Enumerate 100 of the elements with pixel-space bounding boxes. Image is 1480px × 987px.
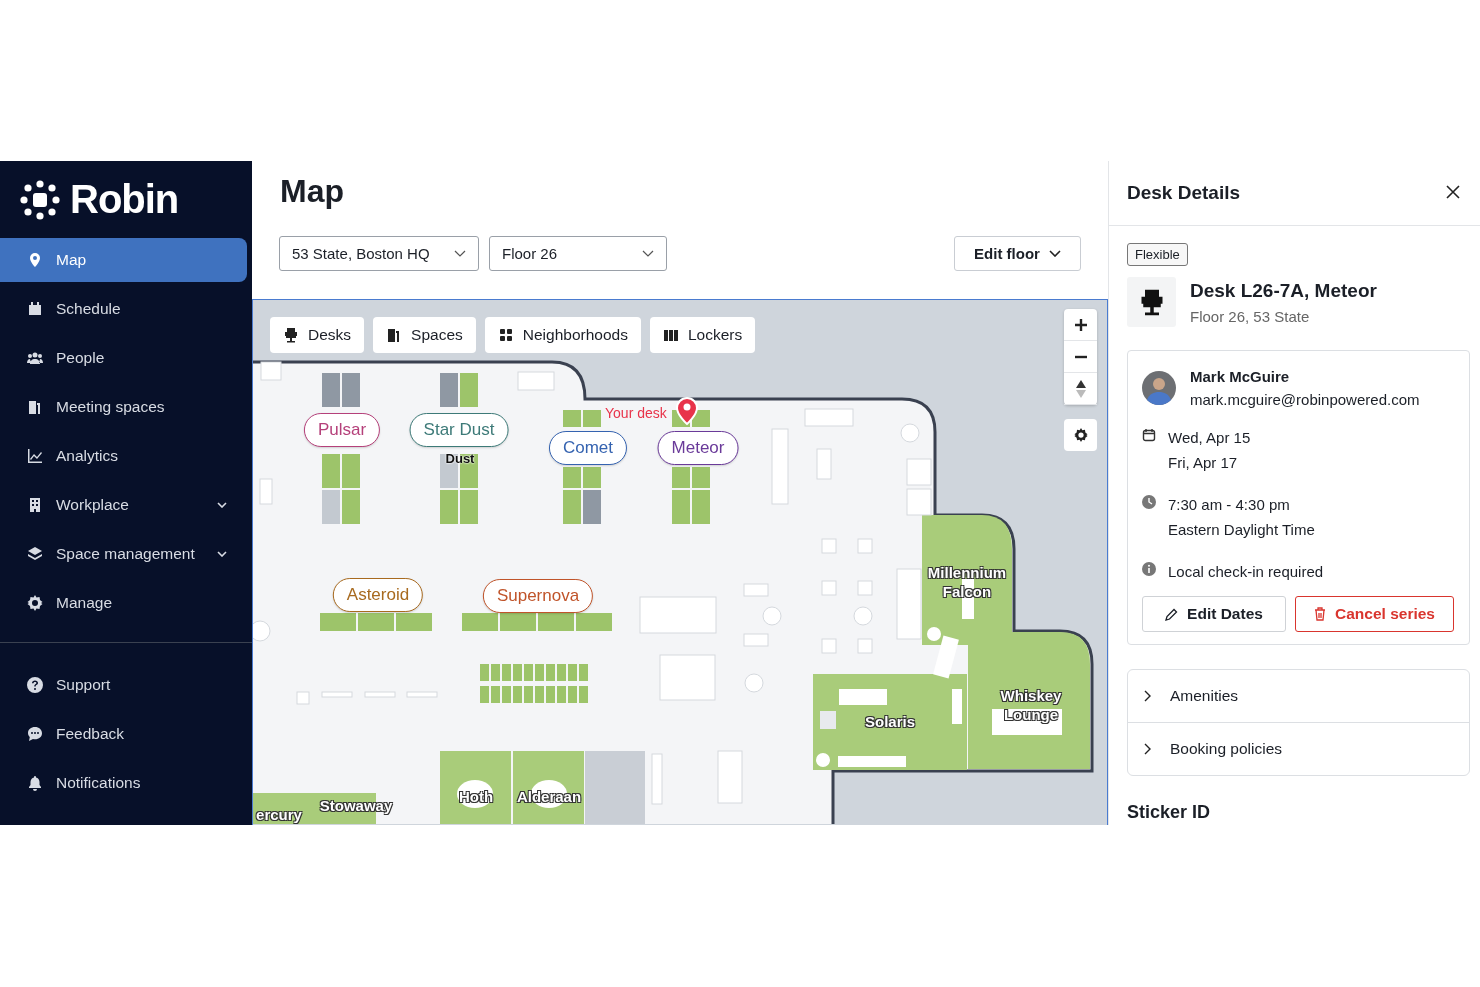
gear-icon <box>27 595 43 611</box>
nav-item[interactable]: Workplace <box>0 483 247 527</box>
neighborhood-label[interactable]: Supernova <box>482 579 594 613</box>
chat-icon <box>27 726 43 742</box>
pencil-icon <box>1165 607 1179 621</box>
neighborhood-label[interactable]: Asteroid <box>332 578 424 612</box>
nav-item[interactable]: People <box>0 336 247 380</box>
filter-button[interactable]: Neighborhoods <box>484 317 641 353</box>
calendar-icon <box>27 301 43 317</box>
table <box>821 580 837 596</box>
table <box>952 689 962 724</box>
chevron-down-icon <box>1048 250 1061 257</box>
table <box>517 371 555 391</box>
map-settings-button[interactable] <box>1064 419 1097 451</box>
layers-icon <box>27 546 43 562</box>
table <box>838 756 906 767</box>
filter-button[interactable]: Spaces <box>373 317 476 353</box>
clock-icon <box>1142 495 1156 509</box>
location-pin-icon[interactable] <box>676 397 698 427</box>
desk-type-tag: Flexible <box>1127 243 1188 266</box>
close-icon <box>1446 184 1460 199</box>
room-label[interactable]: Whiskey Lounge <box>986 686 1076 724</box>
nav-item[interactable]: Space management <box>0 532 247 576</box>
table <box>296 691 310 705</box>
round-table <box>762 606 782 626</box>
chevron-down-icon <box>642 250 654 257</box>
compass-icon <box>1075 379 1086 398</box>
table <box>651 753 663 805</box>
info-icon <box>1142 562 1156 576</box>
neighborhood-label[interactable]: Star Dust <box>409 413 509 447</box>
section-heading: Sticker ID <box>1127 802 1211 823</box>
nav-item[interactable]: Support <box>0 663 247 707</box>
round-table <box>900 423 920 443</box>
round-table <box>927 627 941 641</box>
nav-item[interactable]: Notifications <box>0 761 247 805</box>
edit-dates-button[interactable]: Edit Dates <box>1142 596 1286 632</box>
nav-item[interactable]: Meeting spaces <box>0 385 247 429</box>
chevron-icon <box>1144 743 1152 755</box>
nav-item[interactable]: Map <box>0 238 247 282</box>
filter-button[interactable]: Lockers <box>649 317 756 353</box>
booking-time: 7:30 am - 4:30 pm <box>1168 495 1291 515</box>
table <box>821 538 837 554</box>
table <box>857 638 873 654</box>
settings-icon <box>1073 428 1088 442</box>
chevron-down-icon <box>454 250 466 257</box>
nav-item[interactable]: Schedule <box>0 287 247 331</box>
trash-icon <box>1314 607 1326 621</box>
avatar <box>1142 371 1176 405</box>
calendar-icon <box>1142 428 1156 442</box>
table <box>816 448 832 480</box>
location-dropdown[interactable]: 53 State, Boston HQ <box>279 236 479 271</box>
pin-icon <box>27 252 43 268</box>
booking-date: Wed, Apr 15 <box>1168 428 1251 448</box>
table <box>321 691 353 698</box>
table <box>820 711 836 729</box>
panel-title: Desk Details <box>1127 182 1240 204</box>
table <box>659 654 716 701</box>
table <box>804 408 854 427</box>
table <box>364 691 396 698</box>
building-icon <box>27 497 43 513</box>
cancel-series-button[interactable]: Cancel series <box>1295 596 1454 632</box>
table <box>839 689 887 705</box>
page-title: Map <box>279 172 345 211</box>
accordion-row[interactable]: Amenities <box>1128 670 1469 722</box>
bell-icon <box>27 775 43 791</box>
desk-location: Floor 26, 53 State <box>1190 307 1311 325</box>
table <box>906 458 932 486</box>
table <box>896 568 922 640</box>
person-name: Mark McGuire <box>1190 368 1291 385</box>
help-icon <box>27 677 43 693</box>
edit-floor-button[interactable]: Edit floor <box>954 236 1081 271</box>
neighborhood-label[interactable]: Meteor <box>657 431 739 465</box>
time-zone: Eastern Daylight Time <box>1168 520 1315 540</box>
table <box>260 361 282 381</box>
floor-dropdown[interactable]: Floor 26 <box>489 236 667 271</box>
chart-icon <box>27 448 43 464</box>
chair-icon <box>283 327 299 343</box>
chevron-icon <box>1144 690 1152 702</box>
desk-name: Desk L26-7A, Meteor <box>1190 279 1377 302</box>
nav-item[interactable]: Analytics <box>0 434 247 478</box>
table <box>259 478 273 505</box>
plus-icon <box>1073 317 1088 332</box>
table <box>821 638 837 654</box>
lockers-icon <box>662 327 679 343</box>
table <box>743 633 769 647</box>
accordion-row[interactable]: Booking policies <box>1128 722 1469 775</box>
round-table <box>744 673 764 693</box>
table <box>992 709 1062 735</box>
table <box>906 488 932 516</box>
filter-button[interactable]: Desks <box>270 317 365 353</box>
nav-item[interactable]: Feedback <box>0 712 247 756</box>
people-icon <box>27 350 43 366</box>
table <box>857 580 873 596</box>
grid-icon <box>497 327 514 343</box>
round-table <box>853 606 873 626</box>
check-in-note: Local check-in required <box>1168 562 1324 582</box>
nav-item[interactable]: Manage <box>0 581 247 625</box>
table <box>717 750 743 804</box>
desk-label: Dust <box>445 450 475 466</box>
table <box>743 583 769 597</box>
